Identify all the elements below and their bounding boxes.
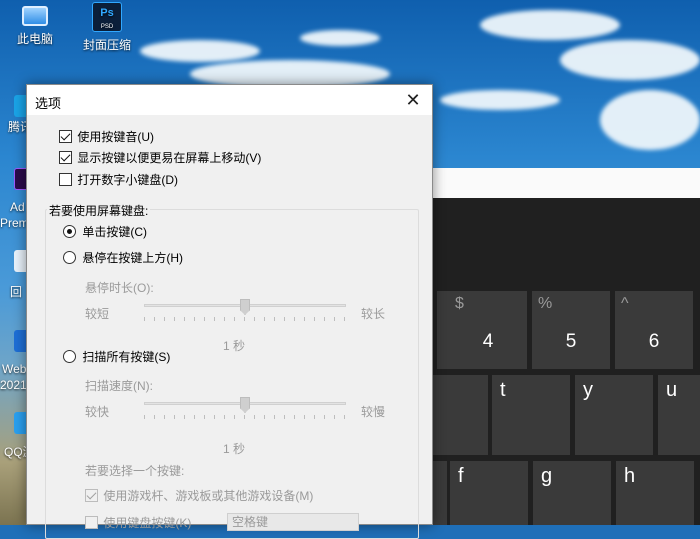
- checkbox-unchecked-icon[interactable]: [59, 173, 72, 186]
- key-6[interactable]: ^ 6: [615, 291, 693, 369]
- radio-label: 悬停在按键上方(H): [82, 251, 184, 265]
- desktop-partial-label: Web: [2, 362, 27, 376]
- key-t[interactable]: t: [492, 375, 570, 455]
- key-y[interactable]: y: [575, 375, 653, 455]
- psd-label: PSD: [100, 24, 114, 30]
- close-icon[interactable]: ✕: [394, 85, 432, 115]
- hover-duration-value: 1 秒: [223, 339, 246, 353]
- key-partial[interactable]: [432, 375, 488, 455]
- checkbox-label: 使用键盘按键(K): [103, 516, 192, 530]
- key-partial[interactable]: [437, 291, 449, 369]
- radio-label: 扫描所有按键(S): [82, 350, 171, 364]
- hover-duration-slider[interactable]: [144, 299, 346, 321]
- checkbox-label: 显示按键以便更易在屏幕上移动(V): [77, 151, 262, 165]
- select-value: 空格键: [232, 515, 269, 529]
- key-symbol: $: [455, 295, 464, 312]
- cloud: [480, 10, 620, 40]
- radio-unselected-icon[interactable]: [63, 251, 76, 264]
- radio-selected-icon[interactable]: [63, 225, 76, 238]
- desktop-partial-label: Prem: [0, 216, 29, 230]
- osk-title-area: [432, 168, 700, 198]
- scan-speed-slider[interactable]: [144, 397, 346, 419]
- photoshop-badge: Ps: [100, 7, 114, 19]
- key-u[interactable]: u: [658, 375, 700, 455]
- computer-icon: [22, 6, 48, 26]
- dialog-title: 选项: [35, 96, 62, 111]
- dialog-titlebar[interactable]: 选项 ✕: [27, 85, 432, 115]
- show-keys-checkbox[interactable]: 显示按键以便更易在屏幕上移动(V): [59, 150, 261, 166]
- checkbox-label: 使用游戏杆、游戏板或其他游戏设备(M): [103, 489, 314, 503]
- key-label: f: [458, 465, 464, 487]
- choose-key-label: 若要选择一个按键:: [85, 464, 185, 478]
- scan-slow-label: 较慢: [361, 405, 386, 419]
- cloud: [140, 40, 260, 62]
- cloud: [560, 40, 700, 80]
- on-screen-keyboard: $ 4 % 5 ^ 6 t y u f g h: [432, 198, 700, 525]
- desktop-icon-label: 封面压缩: [82, 38, 131, 52]
- radio-label: 单击按键(C): [82, 225, 148, 239]
- key-label: 4: [482, 331, 494, 352]
- cloud: [440, 90, 560, 110]
- options-dialog: 选项 ✕ 使用按键音(U) 显示按键以便更易在屏幕上移动(V) 打开数字小键盘(…: [26, 84, 433, 539]
- key-symbol: ^: [621, 295, 629, 312]
- key-label: 6: [648, 331, 660, 352]
- photoshop-file-icon: Ps PSD: [92, 2, 122, 32]
- key-4[interactable]: $ 4: [449, 291, 527, 369]
- keyboard-key-checkbox[interactable]: 使用键盘按键(K): [85, 515, 191, 531]
- slider-thumb[interactable]: [240, 397, 250, 413]
- checkbox-label: 使用按键音(U): [77, 130, 155, 144]
- checkbox-checked-icon[interactable]: [59, 151, 72, 164]
- desktop-icon-cover-compress[interactable]: Ps PSD 封面压缩: [72, 2, 142, 53]
- desktop-partial-label: 回: [10, 285, 23, 299]
- group-title: 若要使用屏幕键盘:: [47, 202, 151, 219]
- keyboard-key-select[interactable]: 空格键: [227, 513, 359, 531]
- radio-unselected-icon[interactable]: [63, 350, 76, 363]
- key-f[interactable]: f: [450, 461, 528, 525]
- key-symbol: %: [538, 295, 553, 312]
- checkbox-checked-icon[interactable]: [85, 489, 98, 502]
- cloud: [300, 30, 380, 46]
- key-label: 5: [565, 331, 577, 352]
- key-label: u: [666, 379, 678, 401]
- key-label: g: [541, 465, 553, 487]
- slider-ticks: [144, 415, 346, 419]
- scan-mode-radio[interactable]: 扫描所有按键(S): [63, 349, 170, 365]
- hover-short-label: 较短: [85, 307, 110, 321]
- checkbox-checked-icon[interactable]: [59, 130, 72, 143]
- scan-speed-label: 扫描速度(N):: [85, 379, 153, 393]
- key-label: t: [500, 379, 506, 401]
- numpad-checkbox[interactable]: 打开数字小键盘(D): [59, 172, 178, 188]
- scan-fast-label: 较快: [85, 405, 110, 419]
- slider-ticks: [144, 317, 346, 321]
- checkbox-unchecked-icon[interactable]: [85, 516, 98, 529]
- key-h[interactable]: h: [616, 461, 694, 525]
- key-label: y: [583, 379, 593, 401]
- checkbox-label: 打开数字小键盘(D): [77, 173, 179, 187]
- hover-duration-label: 悬停时长(O):: [85, 281, 154, 295]
- cloud: [600, 90, 700, 150]
- click-mode-radio[interactable]: 单击按键(C): [63, 224, 147, 240]
- hover-long-label: 较长: [361, 307, 386, 321]
- joystick-checkbox[interactable]: 使用游戏杆、游戏板或其他游戏设备(M): [85, 488, 313, 504]
- key-label: h: [624, 465, 636, 487]
- slider-thumb[interactable]: [240, 299, 250, 315]
- desktop-partial-label: Ad: [10, 200, 25, 214]
- hover-mode-radio[interactable]: 悬停在按键上方(H): [63, 250, 183, 266]
- desktop-icon-this-pc[interactable]: 此电脑: [0, 2, 70, 47]
- key-5[interactable]: % 5: [532, 291, 610, 369]
- scan-speed-value: 1 秒: [223, 442, 246, 456]
- key-partial[interactable]: [432, 461, 447, 525]
- key-g[interactable]: g: [533, 461, 611, 525]
- click-sound-checkbox[interactable]: 使用按键音(U): [59, 129, 154, 145]
- desktop-icon-label: 此电脑: [16, 32, 53, 46]
- desktop-partial-label: 2021: [0, 378, 27, 392]
